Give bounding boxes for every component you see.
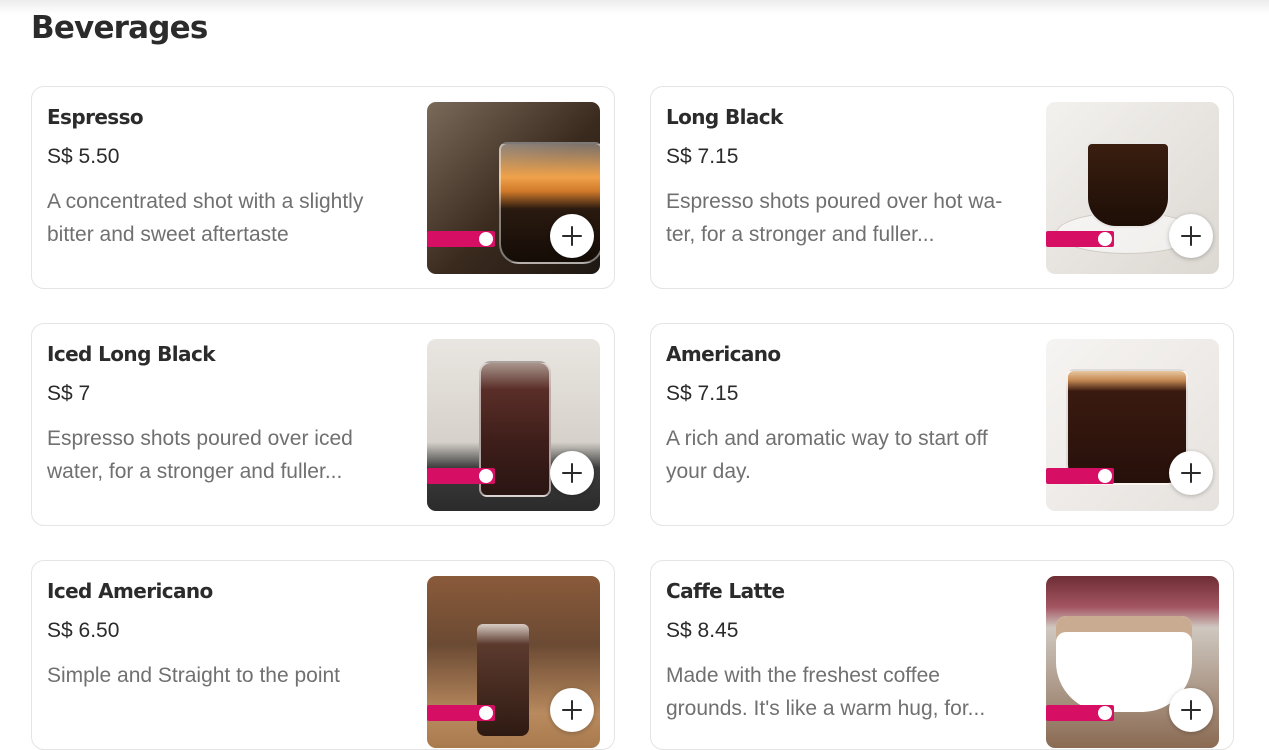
brand-badge [427,468,495,484]
item-price: S$ 6.50 [47,619,120,642]
plus-icon [1181,700,1201,720]
menu-item-card[interactable]: Espresso S$ 5.50 A concentrated shot wit… [31,86,615,289]
plus-icon [1181,226,1201,246]
item-description: A rich and aromatic way to start off you… [666,427,988,483]
panda-icon [479,706,493,720]
add-to-cart-button[interactable] [550,214,594,258]
item-image [1046,576,1219,748]
plus-icon [1181,463,1201,483]
add-to-cart-button[interactable] [1169,214,1213,258]
menu-item-card[interactable]: Iced Long Black S$ 7 Espresso shots pour… [31,323,615,526]
add-to-cart-button[interactable] [1169,688,1213,732]
item-image [1046,339,1219,511]
panda-icon [479,232,493,246]
menu-item-card[interactable]: Americano S$ 7.15 A rich and aromatic wa… [650,323,1234,526]
add-to-cart-button[interactable] [550,451,594,495]
menu-item-card[interactable]: Long Black S$ 7.15 Espresso shots poured… [650,86,1234,289]
section-title: Beverages [31,10,208,46]
brand-badge [427,231,495,247]
panda-icon [1098,706,1112,720]
plus-icon [562,700,582,720]
menu-item-card[interactable]: Caffe Latte S$ 8.45 Made with the freshe… [650,560,1234,750]
panda-icon [1098,232,1112,246]
panda-icon [479,469,493,483]
item-name: Espresso [47,105,144,129]
item-price: S$ 7.15 [666,145,739,168]
brand-badge [1046,705,1114,721]
brand-badge [1046,468,1114,484]
menu-item-card[interactable]: Iced Americano S$ 6.50 Simple and Straig… [31,560,615,750]
item-image [427,102,600,274]
item-name: Iced Long Black [47,342,216,366]
add-to-cart-button[interactable] [1169,451,1213,495]
item-description: Simple and Straight to the point [47,664,341,687]
item-image [427,339,600,511]
item-name: Long Black [666,105,783,129]
add-to-cart-button[interactable] [550,688,594,732]
item-description: Espresso shots poured over hot wa­ter, f… [666,190,1003,246]
brand-badge [1046,231,1114,247]
item-description: Espresso shots poured over iced water, f… [47,427,353,483]
item-name: Americano [666,342,781,366]
item-price: S$ 5.50 [47,145,120,168]
brand-badge [427,705,495,721]
item-description: Made with the freshest coffee grounds. I… [666,664,986,720]
item-image [427,576,600,748]
item-name: Iced Americano [47,579,213,603]
item-name: Caffe Latte [666,579,785,603]
plus-icon [562,226,582,246]
panda-icon [1098,469,1112,483]
plus-icon [562,463,582,483]
coffee-cup-shape [1086,142,1170,228]
item-price: S$ 7.15 [666,382,739,405]
item-price: S$ 7 [47,382,91,405]
item-image [1046,102,1219,274]
item-description: A concentrated shot with a slightly bitt… [47,190,364,246]
item-price: S$ 8.45 [666,619,739,642]
